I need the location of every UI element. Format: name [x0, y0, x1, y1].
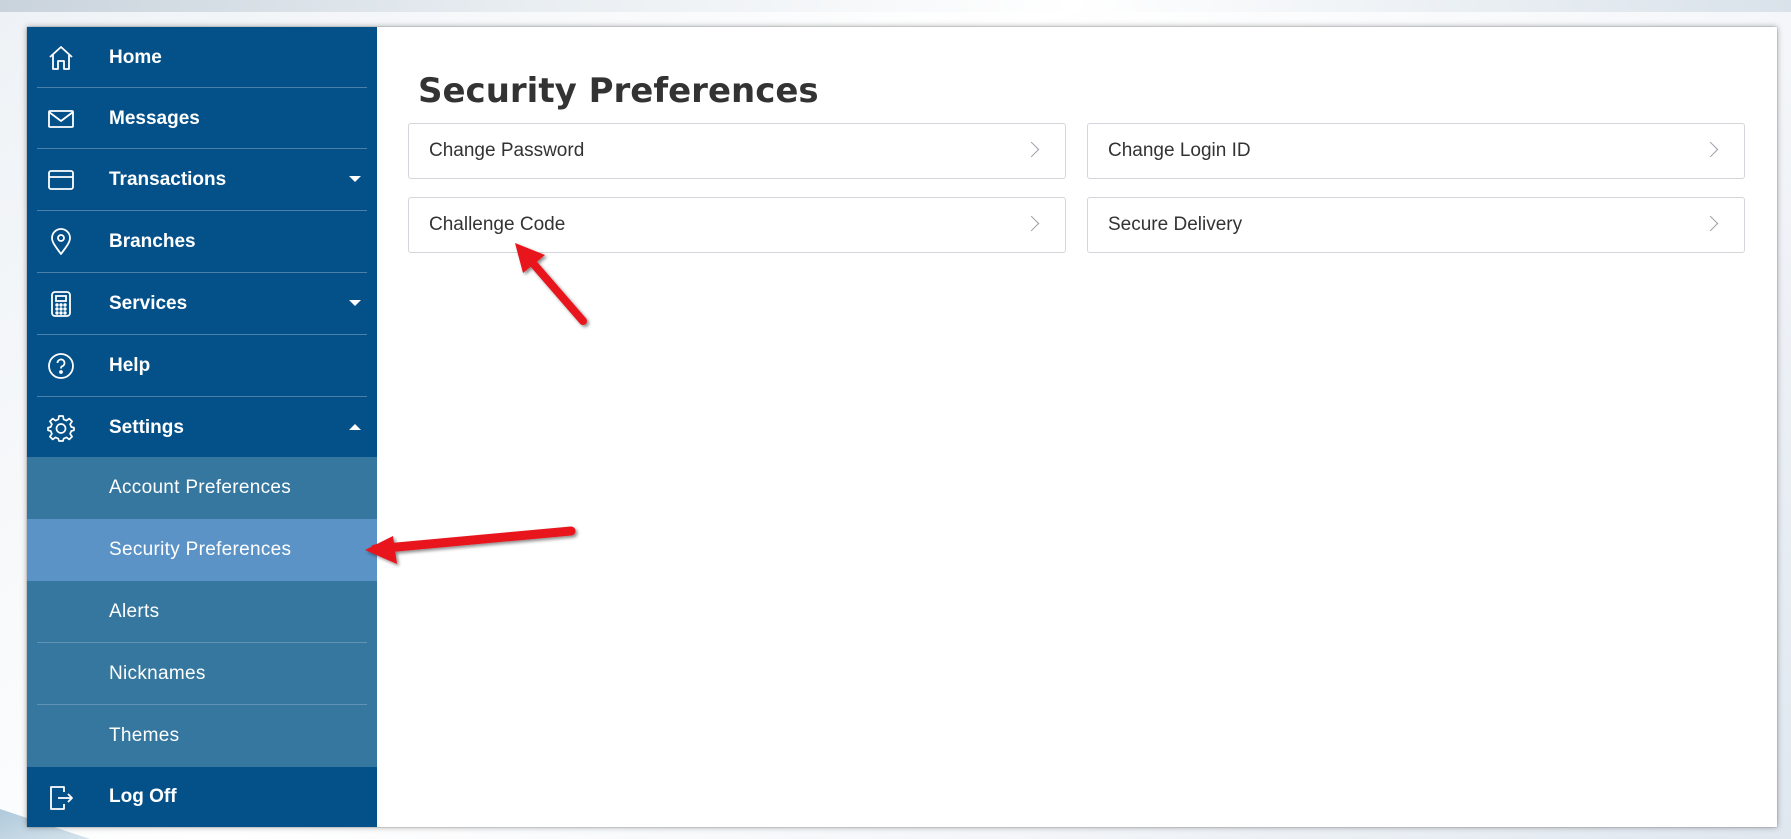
app-window: Home Messages Transactions Branches Serv… — [27, 27, 1777, 827]
chevron-right-icon — [1023, 215, 1040, 232]
home-icon — [47, 44, 75, 72]
credit-card-icon — [47, 166, 75, 194]
sidebar-item-label: Services — [109, 293, 188, 314]
submenu-item-themes[interactable]: Themes — [27, 705, 377, 767]
sidebar-item-label: Messages — [109, 108, 200, 129]
chevron-right-icon — [1702, 215, 1719, 232]
submenu-item-account-preferences[interactable]: Account Preferences — [27, 457, 377, 519]
settings-submenu: Account Preferences Security Preferences… — [27, 457, 377, 767]
submenu-item-label: Account Preferences — [109, 477, 292, 498]
change-password-card[interactable]: Change Password — [408, 123, 1066, 179]
sidebar-item-label: Log Off — [109, 786, 177, 807]
sidebar-item-help[interactable]: Help — [27, 335, 377, 396]
sidebar-item-messages[interactable]: Messages — [27, 88, 377, 149]
secure-delivery-card[interactable]: Secure Delivery — [1087, 197, 1745, 253]
chevron-right-icon — [1023, 141, 1040, 158]
envelope-icon — [47, 105, 75, 133]
sidebar: Home Messages Transactions Branches Serv… — [27, 27, 377, 827]
sidebar-item-home[interactable]: Home — [27, 27, 377, 88]
annotation-arrow-security-preferences — [365, 526, 576, 564]
background-top-band — [0, 0, 1791, 12]
sidebar-item-branches[interactable]: Branches — [27, 211, 377, 272]
help-icon — [47, 352, 75, 380]
card-label: Change Login ID — [1108, 140, 1251, 161]
sidebar-item-settings[interactable]: Settings — [27, 397, 377, 458]
sidebar-item-label: Transactions — [109, 169, 227, 190]
sidebar-item-services[interactable]: Services — [27, 273, 377, 334]
calculator-icon — [47, 290, 75, 318]
submenu-item-security-preferences[interactable]: Security Preferences — [27, 519, 377, 581]
card-label: Change Password — [429, 140, 585, 161]
submenu-item-label: Alerts — [109, 601, 160, 622]
logout-icon — [47, 784, 75, 812]
page-title: Security Preferences — [418, 71, 819, 111]
submenu-item-label: Nicknames — [109, 663, 206, 684]
chevron-right-icon — [1702, 141, 1719, 158]
sidebar-item-label: Home — [109, 47, 162, 68]
sidebar-item-label: Settings — [109, 417, 184, 438]
submenu-item-label: Security Preferences — [109, 539, 292, 560]
chevron-down-icon — [349, 300, 361, 306]
sidebar-item-label: Help — [109, 355, 151, 376]
sidebar-item-label: Branches — [109, 231, 196, 252]
submenu-item-alerts[interactable]: Alerts — [27, 581, 377, 643]
sidebar-item-transactions[interactable]: Transactions — [27, 149, 377, 210]
chevron-down-icon — [349, 176, 361, 182]
card-label: Secure Delivery — [1108, 214, 1243, 235]
submenu-item-label: Themes — [109, 725, 180, 746]
location-pin-icon — [47, 228, 75, 256]
gear-icon — [47, 414, 75, 442]
chevron-up-icon — [349, 424, 361, 430]
submenu-item-nicknames[interactable]: Nicknames — [27, 643, 377, 705]
change-login-id-card[interactable]: Change Login ID — [1087, 123, 1745, 179]
sidebar-item-logoff[interactable]: Log Off — [27, 767, 377, 827]
annotation-arrow-challenge-code — [515, 243, 587, 325]
